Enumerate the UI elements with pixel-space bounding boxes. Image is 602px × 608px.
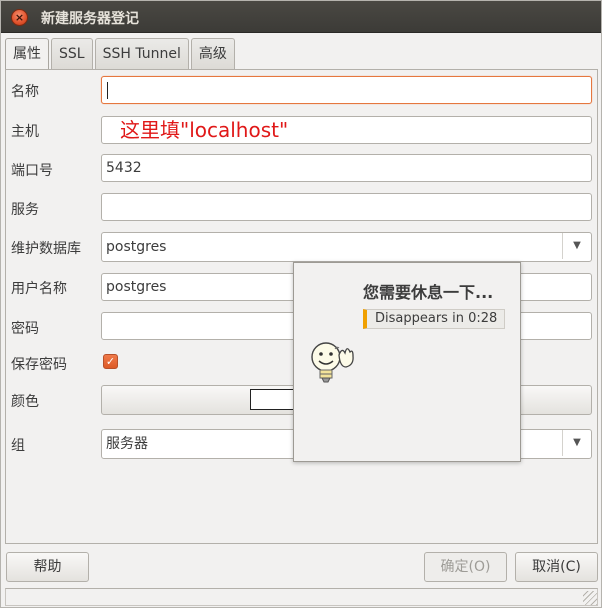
tab-ssl[interactable]: SSL	[51, 38, 93, 70]
service-label: 服务	[11, 202, 39, 218]
maintenance-db-combo[interactable]: postgres ▼	[101, 232, 592, 262]
help-button[interactable]: 帮助	[6, 552, 89, 582]
tab-advanced[interactable]: 高级	[190, 38, 235, 70]
port-input[interactable]: 5432	[101, 154, 592, 182]
group-value: 服务器	[106, 436, 148, 452]
resize-grip[interactable]	[583, 591, 597, 605]
lightbulb-smiley-waving-icon	[311, 342, 354, 383]
host-input[interactable]: 这里填"localhost"	[101, 116, 592, 144]
username-label: 用户名称	[11, 281, 67, 297]
tab-bar: 属性 SSL SSH Tunnel 高级	[5, 38, 237, 71]
chevron-down-icon[interactable]: ▼	[562, 233, 591, 259]
text-caret	[107, 82, 108, 99]
tab-properties[interactable]: 属性	[5, 38, 49, 71]
username-value: postgres	[106, 279, 167, 295]
maintenance-db-label: 维护数据库	[11, 241, 81, 257]
cancel-button[interactable]: 取消(C)	[515, 552, 598, 582]
close-icon[interactable]: ×	[11, 9, 28, 26]
color-swatch	[250, 389, 298, 410]
service-input[interactable]	[101, 193, 592, 221]
ok-button[interactable]: 确定(O)	[424, 552, 507, 582]
name-input[interactable]	[101, 76, 592, 104]
window-title: 新建服务器登记	[41, 11, 139, 27]
host-label: 主机	[11, 124, 39, 140]
port-label: 端口号	[11, 163, 53, 179]
group-label: 组	[11, 438, 25, 454]
save-password-label: 保存密码	[11, 357, 67, 373]
name-label: 名称	[11, 84, 39, 100]
title-bar: × 新建服务器登记	[1, 1, 601, 33]
notification-timer: Disappears in 0:28	[363, 309, 506, 329]
host-annotation: 这里填"localhost"	[120, 118, 289, 142]
tab-ssh-tunnel[interactable]: SSH Tunnel	[94, 38, 189, 70]
break-reminder-notification: 您需要休息一下... Disappears in 0:28	[293, 262, 521, 462]
color-label: 颜色	[11, 394, 39, 410]
password-label: 密码	[11, 321, 39, 337]
chevron-down-icon[interactable]: ▼	[562, 430, 591, 456]
new-server-dialog: × 新建服务器登记 属性 SSL SSH Tunnel 高级 名称 主机 这里填…	[0, 0, 602, 608]
port-value: 5432	[106, 160, 142, 176]
notification-title: 您需要休息一下...	[363, 283, 494, 302]
maintenance-db-value: postgres	[106, 239, 167, 255]
status-bar	[5, 588, 598, 606]
save-password-checkbox[interactable]: ✓	[103, 354, 118, 369]
